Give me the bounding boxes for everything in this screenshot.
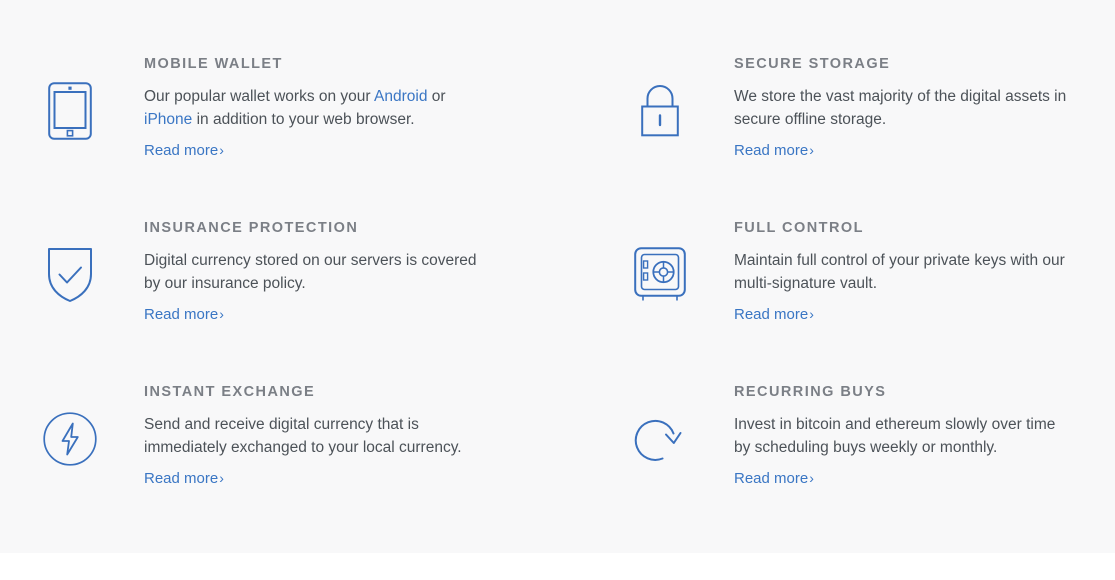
feature-description: We store the vast majority of the digita… [734,88,1067,128]
shield-check-icon [30,246,110,304]
chevron-right-icon: › [219,470,224,486]
feature-title: FULL CONTROL [734,220,864,236]
feature-body: INSURANCE PROTECTION Digital currency st… [110,219,550,325]
feature-description: Our popular wallet works on your Android… [144,73,484,131]
feature-description: Invest in bitcoin and ethereum slowly ov… [734,416,1056,456]
feature-title: INSTANT EXCHANGE [144,384,316,400]
feature-description: Digital currency stored on our servers i… [144,252,477,292]
read-more-link[interactable]: Read more› [734,468,814,489]
chevron-right-icon: › [809,470,814,486]
iphone-link[interactable]: iPhone [144,111,192,128]
read-more-label: Read more [144,142,219,159]
read-more-link[interactable]: Read more› [144,468,224,489]
chevron-right-icon: › [219,142,224,158]
read-more-label: Read more [144,306,219,323]
feature-body: MOBILE WALLET Our popular wallet works o… [110,55,550,161]
feature-body: INSTANT EXCHANGE Send and receive digita… [110,383,550,489]
desc-text-part-3: in addition to your web browser. [192,110,415,128]
feature-body: RECURRING BUYS Invest in bitcoin and eth… [700,383,1090,489]
feature-body: FULL CONTROL Maintain full control of yo… [700,219,1090,325]
chevron-right-icon: › [809,306,814,322]
feature-card-full-control: FULL CONTROL Maintain full control of yo… [620,219,1090,325]
read-more-link[interactable]: Read more› [144,304,224,325]
feature-title: INSURANCE PROTECTION [144,220,359,236]
read-more-link[interactable]: Read more› [144,140,224,161]
feature-card-insurance-protection: INSURANCE PROTECTION Digital currency st… [30,219,550,325]
feature-card-secure-storage: SECURE STORAGE We store the vast majorit… [620,55,1090,161]
circular-arrow-icon [620,412,700,466]
vault-safe-icon [620,247,700,303]
chevron-right-icon: › [219,306,224,322]
feature-card-mobile-wallet: MOBILE WALLET Our popular wallet works o… [30,55,550,161]
read-more-link[interactable]: Read more› [734,304,814,325]
desc-text-part-1: Our popular wallet works on your [144,88,375,105]
feature-card-recurring-buys: RECURRING BUYS Invest in bitcoin and eth… [620,383,1090,489]
feature-title: SECURE STORAGE [734,56,891,72]
features-section: MOBILE WALLET Our popular wallet works o… [0,0,1115,553]
android-link[interactable]: Android [374,88,427,105]
read-more-label: Read more [734,470,809,487]
read-more-link[interactable]: Read more› [734,140,814,161]
feature-body: SECURE STORAGE We store the vast majorit… [700,55,1090,161]
lightning-bolt-circle-icon [30,412,110,466]
feature-description: Maintain full control of your private ke… [734,252,1065,292]
read-more-label: Read more [144,470,219,487]
feature-card-instant-exchange: INSTANT EXCHANGE Send and receive digita… [30,383,550,489]
desc-text-part-2: or [427,88,446,105]
feature-title: MOBILE WALLET [144,56,283,72]
read-more-label: Read more [734,142,809,159]
mobile-device-icon [30,82,110,140]
feature-title: RECURRING BUYS [734,384,887,400]
chevron-right-icon: › [809,142,814,158]
read-more-label: Read more [734,306,809,323]
padlock-icon [620,82,700,140]
feature-description: Send and receive digital currency that i… [144,416,462,456]
